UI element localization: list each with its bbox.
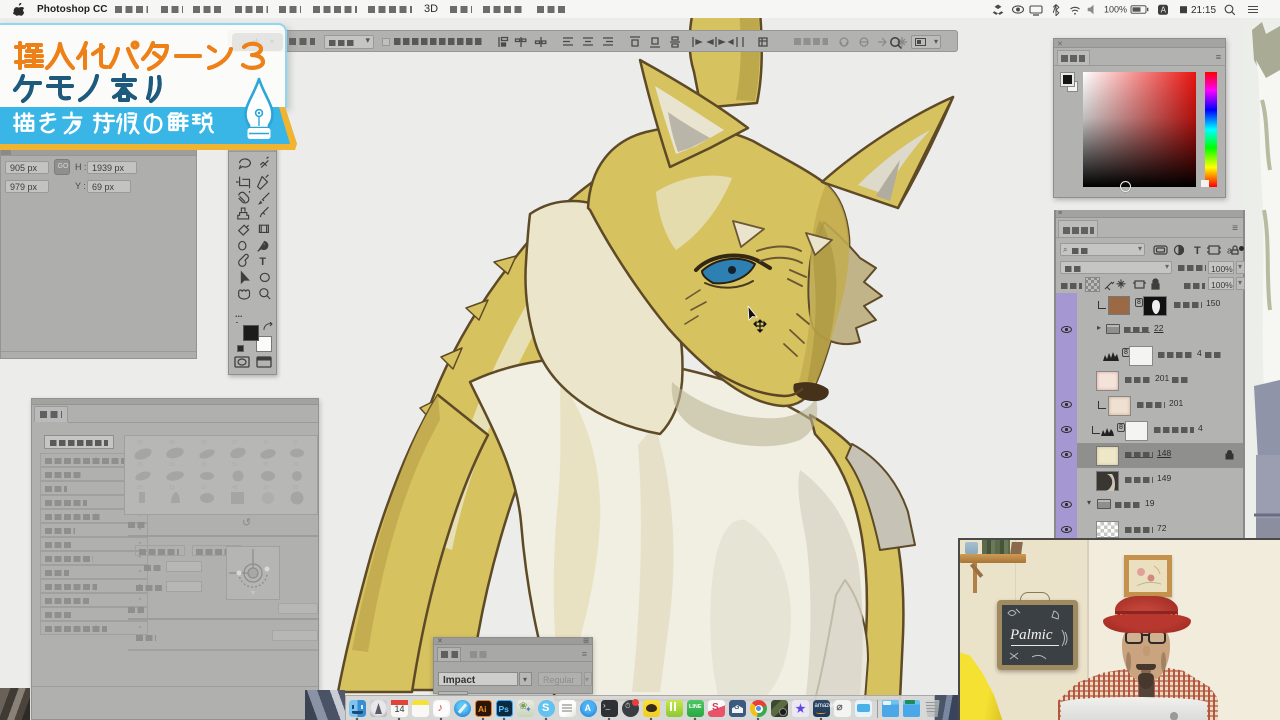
svg-text:100%: 100%	[1104, 5, 1127, 15]
svg-text:25: 25	[263, 462, 269, 468]
svg-text:A: A	[1161, 6, 1167, 15]
svg-text:71: 71	[293, 462, 299, 468]
svg-text:55: 55	[293, 485, 299, 491]
svg-text:17: 17	[232, 440, 238, 446]
svg-text:30: 30	[169, 440, 175, 446]
svg-text:21: 21	[293, 440, 299, 446]
svg-text:48: 48	[232, 485, 238, 491]
svg-text:25: 25	[201, 462, 207, 468]
svg-text:32: 32	[263, 485, 269, 491]
svg-text:11: 11	[201, 485, 206, 491]
svg-text:T: T	[1194, 245, 1201, 257]
svg-text:25: 25	[137, 462, 143, 468]
svg-text:13: 13	[169, 485, 175, 491]
svg-text:25: 25	[201, 440, 207, 446]
svg-text:30: 30	[169, 462, 175, 468]
svg-text:39: 39	[137, 485, 143, 491]
svg-text:21:15: 21:15	[1191, 5, 1216, 16]
svg-text:45: 45	[263, 440, 269, 446]
svg-text:a: a	[1227, 246, 1232, 256]
svg-text:50: 50	[232, 462, 238, 468]
svg-text:25: 25	[137, 440, 143, 446]
svg-text:T: T	[259, 256, 266, 268]
